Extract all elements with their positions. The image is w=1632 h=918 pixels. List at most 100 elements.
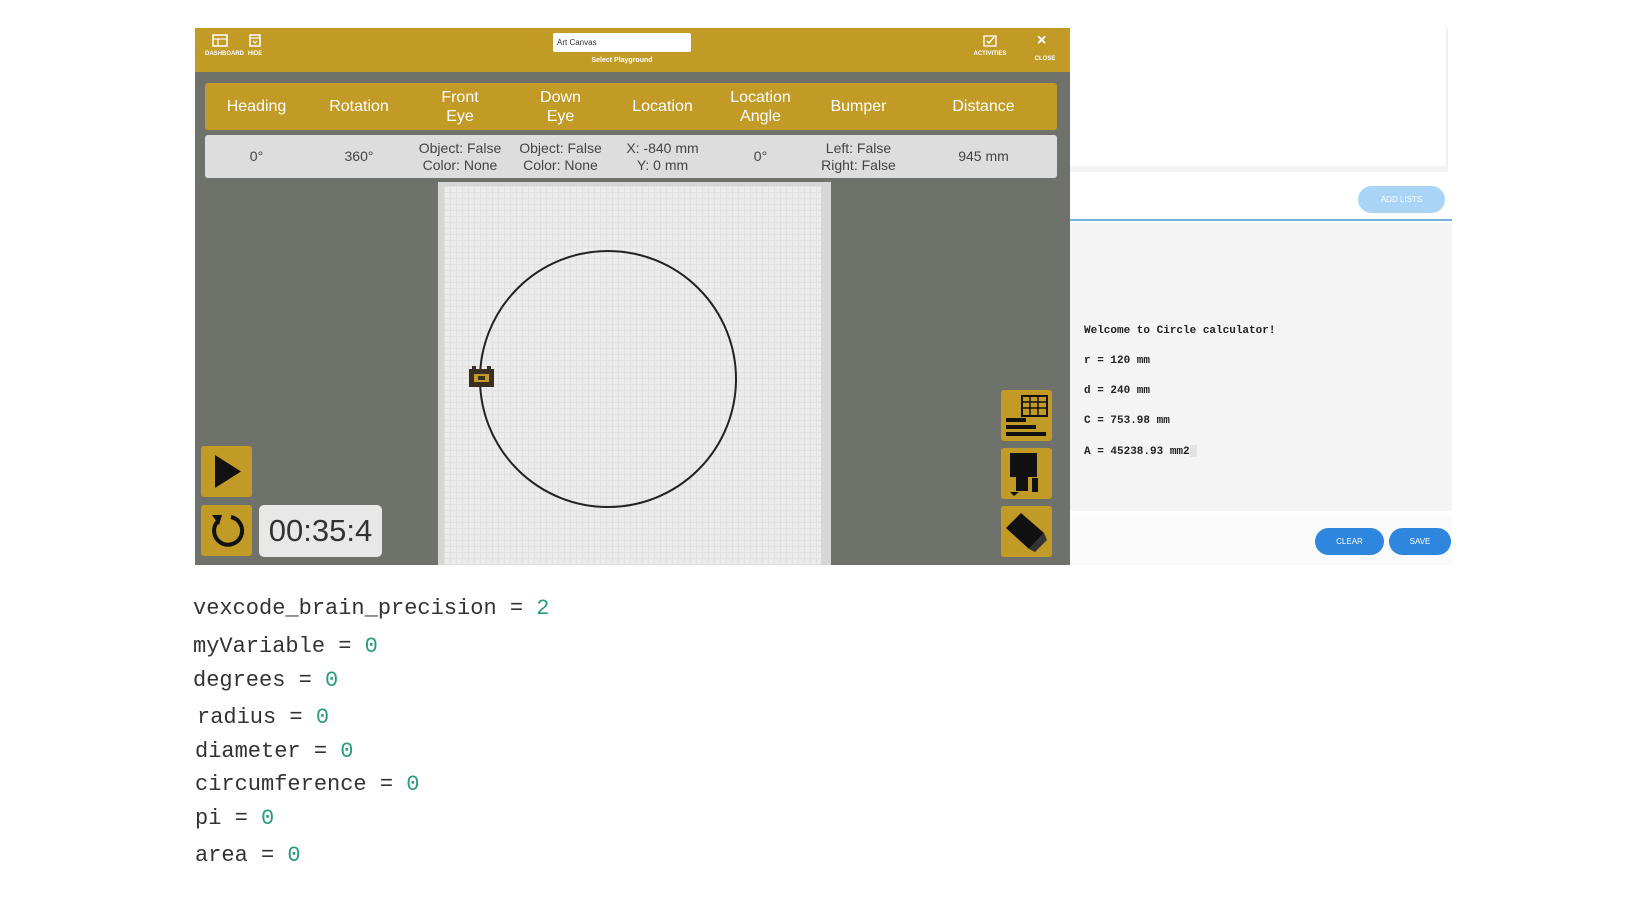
header-line: Location [632, 98, 693, 115]
variable-name: diameter [195, 739, 301, 764]
dashboard-values-row: 0° 360° Object: False Color: None Object: Fa… [205, 135, 1057, 178]
text-caret [1189, 445, 1197, 457]
header-line: Eye [546, 107, 575, 125]
dashboard-header-cell: Front Eye [410, 83, 510, 130]
playground-select[interactable]: Art Canvas [553, 33, 691, 52]
data-table-icon [1006, 395, 1048, 436]
hide-button[interactable]: HIDE [240, 34, 270, 57]
value-line: 0° [753, 148, 768, 164]
code-line[interactable]: radius = 0 [197, 705, 329, 730]
hide-label: HIDE [247, 51, 263, 57]
dashboard-value-text: X: -840 mm Y: 0 mm [626, 140, 698, 174]
variable-name: area [195, 843, 248, 868]
console-divider [1070, 219, 1452, 221]
reset-icon [212, 515, 245, 547]
assign-operator: = [261, 843, 275, 868]
dashboard-header-text: Location [632, 97, 693, 116]
dashboard-icon [212, 34, 228, 47]
vr-simulator-panel: DASHBOARD HIDE Art Canvas Select Playgro… [195, 28, 1070, 565]
close-icon[interactable]: × [1037, 32, 1046, 50]
dashboard-value-text: 0° [250, 148, 263, 165]
code-line[interactable]: circumference = 0 [195, 772, 419, 797]
value-line: Left: False [825, 139, 892, 156]
variable-value: 0 [287, 843, 301, 868]
variable-name: pi [195, 806, 222, 831]
dashboard-value-cell: Object: False Color: None [410, 135, 510, 178]
code-line[interactable]: area = 0 [195, 843, 301, 868]
header-line: Rotation [329, 98, 389, 115]
clear-button[interactable]: CLEAR [1315, 528, 1384, 555]
simulator-toolbar: DASHBOARD HIDE Art Canvas Select Playgro… [195, 28, 1070, 72]
assign-operator: = [313, 739, 328, 764]
console-line: r = 120 mm [1084, 355, 1151, 367]
dashboard-value-cell: Object: False Color: None [510, 135, 611, 178]
eraser-icon [1006, 513, 1047, 552]
variable-value: 0 [261, 806, 275, 831]
value-line: 945 mm [958, 148, 1009, 164]
timer-display: 00:35:4 [259, 505, 382, 557]
variable-value: 2 [536, 596, 550, 621]
assign-operator: = [289, 705, 303, 730]
value-line: Object: False [519, 139, 602, 156]
variable-value: 0 [406, 772, 420, 797]
dashboard-header-text: Heading [227, 97, 287, 116]
drawn-circle [479, 250, 737, 508]
dashboard-header-cell: Rotation [308, 83, 410, 130]
dashboard-button[interactable]: DASHBOARD [205, 34, 244, 57]
dashboard-header-row: Heading Rotation Front Eye Down Eye Location Lo… [205, 83, 1057, 130]
variable-name: radius [197, 705, 277, 730]
code-line[interactable]: degrees = 0 [193, 668, 338, 693]
dashboard-header-cell: Down Eye [510, 83, 611, 130]
dashboard-value-cell: 945 mm [910, 135, 1057, 178]
dashboard-value-cell: X: -840 mm Y: 0 mm [611, 135, 714, 178]
close-label: CLOSE [1034, 56, 1056, 62]
close-button[interactable]: CLOSE [1030, 56, 1060, 62]
dashboard-header-text: Rotation [329, 97, 389, 116]
value-line: Color: None [523, 156, 598, 173]
play-button[interactable] [201, 446, 252, 497]
assign-operator: = [338, 634, 352, 659]
add-lists-button[interactable]: ADD LISTS [1358, 186, 1445, 213]
variable-value: 0 [315, 705, 330, 730]
activities-label: ACTIVITIES [973, 51, 1007, 57]
dashboard-value-text: 945 mm [958, 148, 1009, 165]
variable-value: 0 [340, 739, 354, 764]
variable-name: vexcode_brain_precision [193, 596, 497, 621]
dashboard-header-text: Front Eye [441, 88, 478, 126]
value-line: X: -840 mm [626, 139, 699, 156]
print-console: Welcome to Circle calculator! r = 120 mm… [1070, 223, 1452, 511]
dashboard-value-text: Left: False Right: False [821, 140, 896, 174]
variable-value: 0 [325, 668, 339, 693]
dashboard-header-text: Location Angle [730, 88, 791, 126]
console-line: C = 753.98 mm [1084, 415, 1170, 427]
dashboard-value-cell: 360° [308, 135, 410, 178]
console-line: A = 45238.93 mm2 [1084, 445, 1190, 458]
code-line[interactable]: vexcode_brain_precision = 2 [193, 596, 549, 621]
header-line: Heading [226, 98, 287, 115]
dashboard-value-text: 0° [754, 148, 767, 165]
pen-icon [1010, 453, 1038, 496]
code-line[interactable]: myVariable = 0 [193, 634, 378, 659]
activities-button[interactable]: ACTIVITIES [970, 34, 1010, 57]
code-line[interactable]: pi = 0 [195, 806, 274, 831]
variable-name: degrees [193, 668, 286, 693]
dashboard-value-cell: Left: False Right: False [807, 135, 910, 178]
dashboard-header-text: Distance [952, 97, 1014, 116]
dashboard-value-text: 360° [345, 148, 374, 165]
dashboard-value-text: Object: False Color: None [519, 140, 601, 174]
play-icon [215, 455, 241, 488]
pen-button[interactable] [1001, 448, 1052, 499]
reset-button[interactable] [201, 505, 252, 556]
header-line: Distance [952, 98, 1015, 115]
dashboard-header-text: Bumper [830, 97, 886, 116]
header-line: Angle [740, 107, 781, 125]
code-line[interactable]: diameter = 0 [195, 739, 353, 764]
robot-icon [469, 366, 494, 387]
eraser-button[interactable] [1001, 506, 1052, 557]
art-canvas-playground[interactable] [444, 186, 821, 565]
save-button[interactable]: SAVE [1389, 528, 1451, 555]
data-table-button[interactable] [1001, 390, 1052, 441]
variable-name: circumference [195, 772, 367, 797]
header-line: Bumper [830, 98, 887, 115]
hide-icon [249, 34, 261, 47]
